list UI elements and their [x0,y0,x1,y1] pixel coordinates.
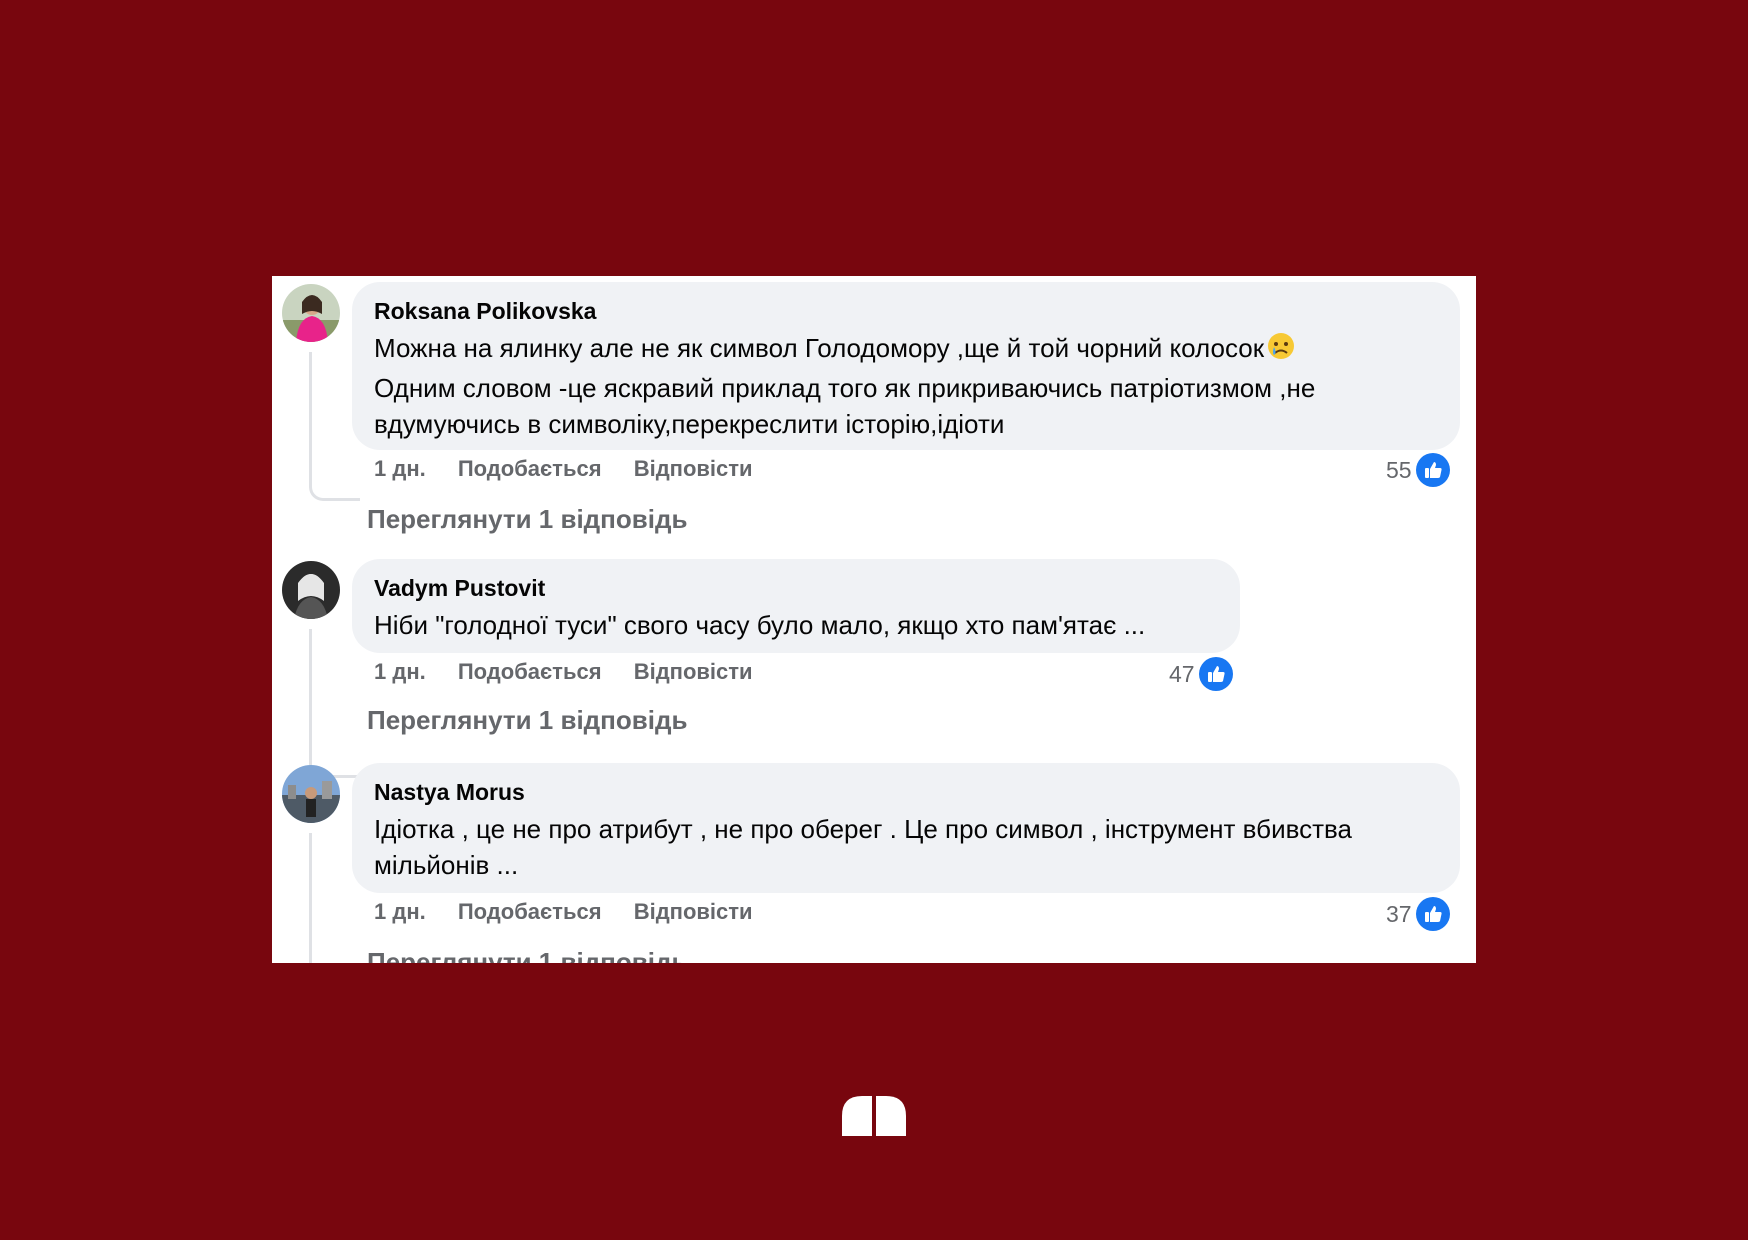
comment-text: Можна на ялинку але не як символ Голодом… [374,330,1438,442]
comment-time[interactable]: 1 дн. [374,659,426,684]
comment-text: Ідіотка , це не про атрибут , не про обе… [374,814,1353,880]
comments-panel: Roksana Polikovska Можна на ялинку але н… [272,276,1476,963]
view-replies-link[interactable]: Переглянути 1 відповідь [367,703,687,737]
thumbs-up-icon [1415,453,1450,487]
sad-tear-emoji-icon [1266,331,1296,370]
comment-text-continuation: Одним словом -це яскравий приклад того я… [374,372,1316,439]
comment-text-line: Можна на ялинку але не як символ Голодом… [374,333,1265,363]
reaction-number: 47 [1169,661,1195,687]
comment-author[interactable]: Vadym Pustovit [374,573,1218,603]
comment-actions: 1 дн. Подобається Відповісти [374,897,779,927]
reaction-count[interactable]: 55 [1386,453,1450,487]
comment-time[interactable]: 1 дн. [374,456,426,481]
thread-line [309,629,360,778]
comment-time[interactable]: 1 дн. [374,899,426,924]
view-replies-link[interactable]: Переглянути 1 відповідь [367,502,687,536]
comment-author[interactable]: Nastya Morus [374,777,1438,807]
thumbs-up-icon [1198,657,1233,691]
reply-button[interactable]: Відповісти [634,899,753,924]
avatar[interactable] [282,765,340,823]
avatar[interactable] [282,561,340,619]
comment-bubble: Nastya Morus Ідіотка , це не про атрибут… [352,763,1460,893]
comment-bubble: Vadym Pustovit Ніби "голодної туси" свог… [352,559,1240,653]
like-button[interactable]: Подобається [458,659,602,684]
reaction-count[interactable]: 47 [1169,657,1233,691]
comment-author[interactable]: Roksana Polikovska [374,296,1438,326]
reply-button[interactable]: Відповісти [634,456,753,481]
comment-bubble: Roksana Polikovska Можна на ялинку але н… [352,282,1460,450]
view-replies-link[interactable]: Переглянути 1 відповідь [367,945,687,963]
comment-actions: 1 дн. Подобається Відповісти [374,454,779,484]
reaction-number: 37 [1386,901,1412,927]
reaction-count[interactable]: 37 [1386,897,1450,931]
avatar[interactable] [282,284,340,342]
comment-text: Ніби "голодної туси" свого часу було мал… [374,610,1146,640]
brand-logo-icon [840,1094,908,1136]
reaction-number: 55 [1386,457,1412,483]
comment-actions: 1 дн. Подобається Відповісти [374,657,779,687]
like-button[interactable]: Подобається [458,899,602,924]
like-button[interactable]: Подобається [458,456,602,481]
thumbs-up-icon [1415,897,1450,931]
reply-button[interactable]: Відповісти [634,659,753,684]
